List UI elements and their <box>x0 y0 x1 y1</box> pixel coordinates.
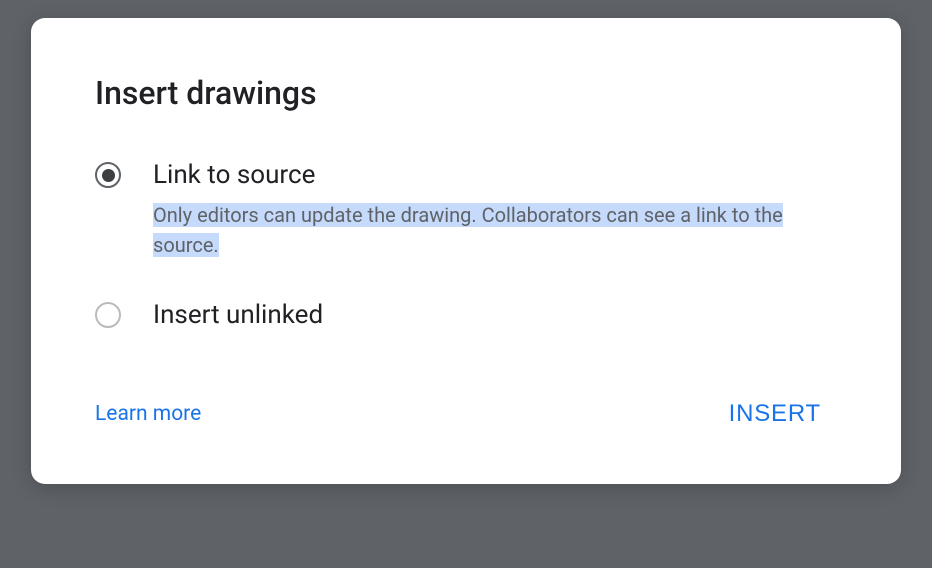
option-content: Link to source Only editors can update t… <box>153 160 837 260</box>
insert-button[interactable]: INSERT <box>713 392 837 436</box>
option-content: Insert unlinked <box>153 300 837 340</box>
radio-insert-unlinked[interactable] <box>95 302 121 328</box>
radio-link-to-source[interactable] <box>95 162 121 188</box>
option-label-unlinked[interactable]: Insert unlinked <box>153 300 837 330</box>
option-insert-unlinked[interactable]: Insert unlinked <box>95 300 837 340</box>
option-link-to-source[interactable]: Link to source Only editors can update t… <box>95 160 837 260</box>
insert-drawings-dialog: Insert drawings Link to source Only edit… <box>31 18 901 484</box>
option-description-link: Only editors can update the drawing. Col… <box>153 203 783 257</box>
dialog-title: Insert drawings <box>95 74 837 112</box>
dialog-footer: Learn more INSERT <box>95 392 837 436</box>
option-label-link[interactable]: Link to source <box>153 160 837 190</box>
radio-dot-icon <box>102 169 115 182</box>
learn-more-link[interactable]: Learn more <box>95 402 201 426</box>
